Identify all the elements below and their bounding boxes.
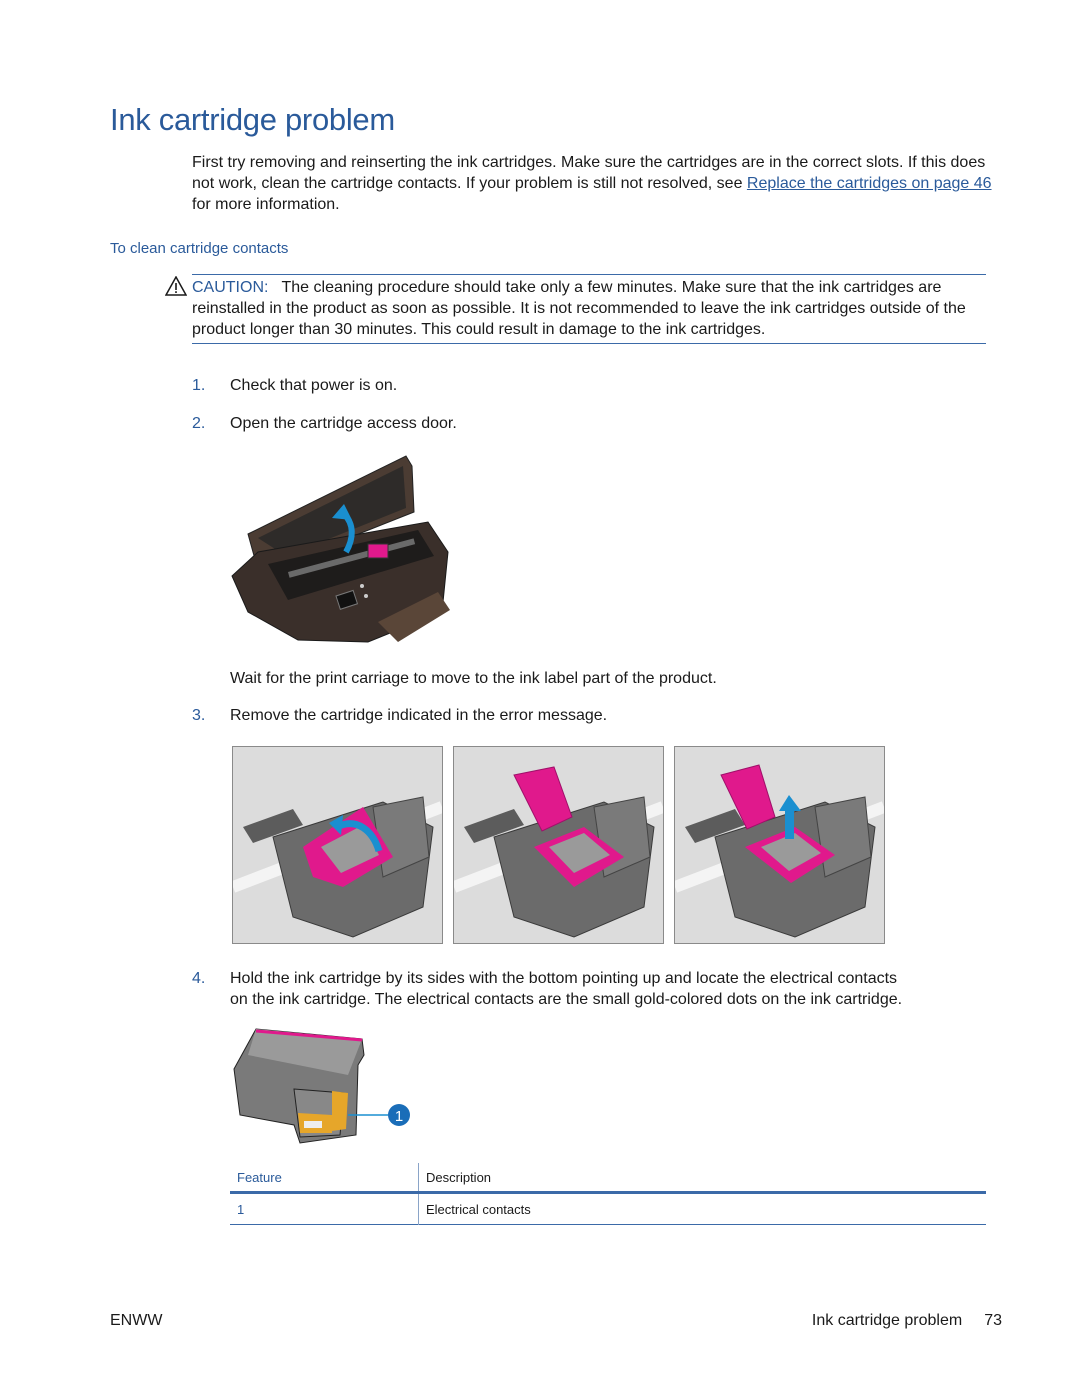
- cell-feature: 1: [230, 1192, 419, 1225]
- table-row: 1 Electrical contacts: [230, 1192, 986, 1225]
- printer-open-door-illustration: [231, 455, 450, 643]
- step-number: 3.: [192, 707, 206, 724]
- cartridge-carriage-illustration: [675, 764, 884, 938]
- step-number: 1.: [192, 377, 206, 394]
- replace-cartridges-link[interactable]: Replace the cartridges on page 46: [747, 175, 992, 192]
- step-note-text: Wait for the print carriage to move to t…: [230, 670, 717, 687]
- ink-cartridge-contacts-illustration: 1: [233, 1028, 410, 1144]
- cell-description: Electrical contacts: [426, 1201, 531, 1217]
- step-text: Remove the cartridge indicated in the er…: [230, 707, 608, 724]
- intro-paragraph: First try removing and reinserting the i…: [192, 152, 992, 215]
- feature-table: Feature Description 1 Electrical contact…: [230, 1163, 986, 1225]
- caution-text: The cleaning procedure should take only …: [192, 279, 966, 338]
- step-number: 4.: [192, 970, 206, 987]
- cartridge-carriage-illustration: [454, 766, 663, 938]
- step-text: Open the cartridge access door.: [230, 415, 457, 432]
- step-text-line1: Hold the ink cartridge by its sides with…: [230, 970, 898, 987]
- column-header-description: Description: [426, 1169, 492, 1185]
- section-subheading: To clean cartridge contacts: [110, 240, 289, 257]
- page-number: 73: [984, 1312, 1002, 1329]
- callout-number: 1: [395, 1108, 403, 1125]
- footer-locale-code: ENWW: [110, 1312, 163, 1329]
- removal-step-panel-lift-out: [674, 746, 885, 944]
- cartridge-carriage-illustration: [233, 796, 442, 938]
- intro-text-end: for more information.: [192, 196, 340, 213]
- warning-triangle-icon: [165, 276, 187, 296]
- removal-step-panel-latch-open: [453, 746, 664, 944]
- removal-step-panel-open-latch: [232, 746, 443, 944]
- footer-page-info: Ink cartridge problem 73: [812, 1312, 1002, 1330]
- table-header-row: Feature Description: [230, 1163, 986, 1193]
- step-text-line2: on the ink cartridge. The electrical con…: [230, 991, 903, 1008]
- caution-note: CAUTION: The cleaning procedure should t…: [192, 274, 986, 344]
- step-number: 2.: [192, 415, 206, 432]
- caution-label: CAUTION:: [192, 279, 269, 296]
- footer-section-title: Ink cartridge problem: [811, 1312, 963, 1329]
- page-title: Ink cartridge problem: [110, 102, 395, 137]
- step-text: Check that power is on.: [230, 377, 398, 394]
- column-header-feature: Feature: [230, 1163, 419, 1193]
